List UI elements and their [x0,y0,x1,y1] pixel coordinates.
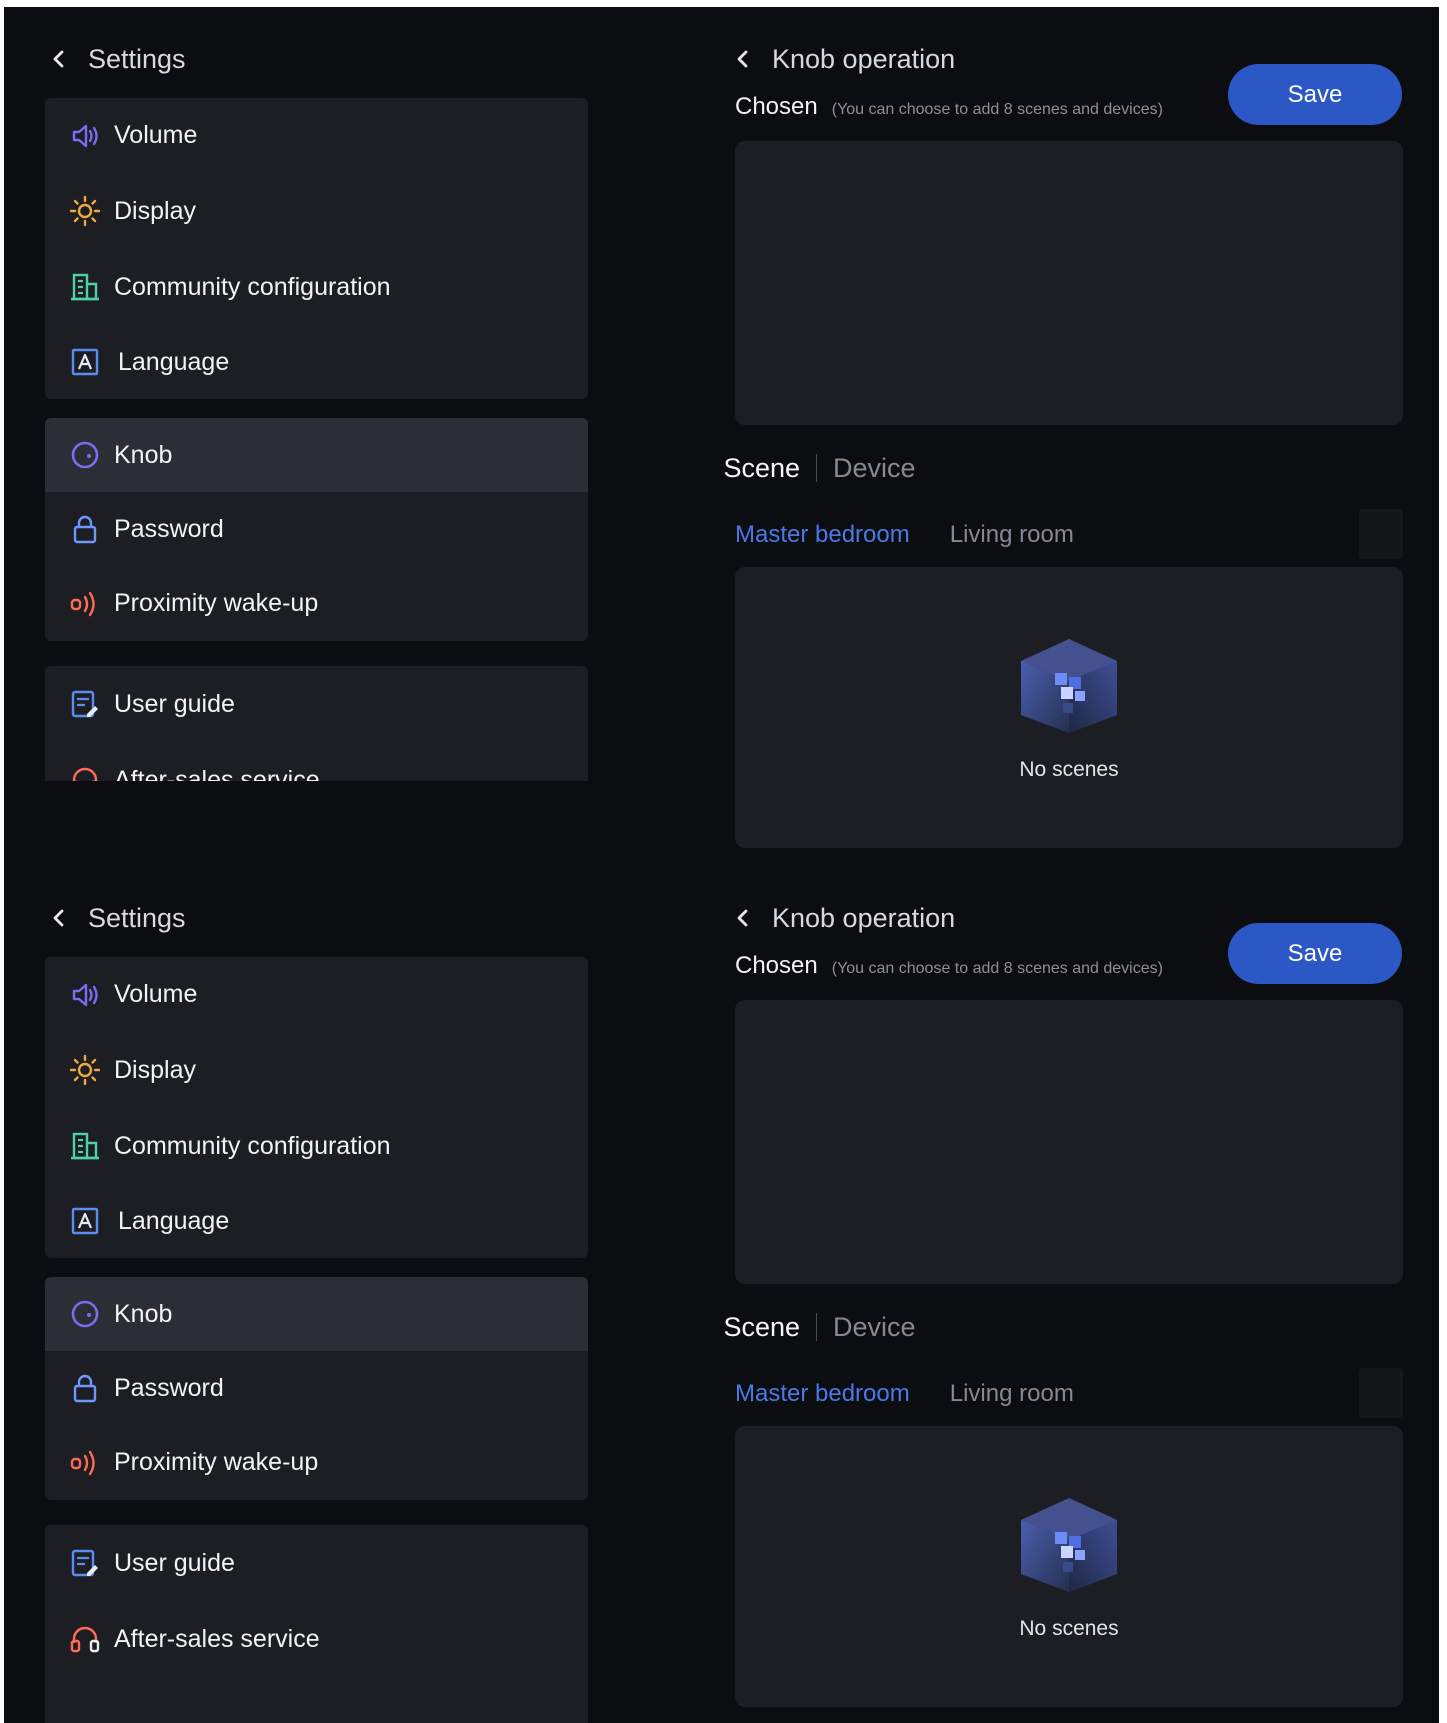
scene-list-area: No scenes [735,1426,1403,1707]
chevron-left-icon [53,50,64,68]
sidebar-item-display[interactable]: Display [45,173,588,249]
chosen-label: Chosen [735,952,818,979]
settings-back-button[interactable]: Settings [48,900,186,936]
settings-group-support: User guide After-sales service [45,666,588,781]
knob-title: Knob operation [772,902,956,933]
sidebar-item-user-guide[interactable]: User guide [45,666,588,742]
tab-divider [816,1313,818,1341]
building-icon [71,273,99,301]
settings-group-general: Volume Display Community configuration L… [45,957,588,1258]
sidebar-item-label: Display [114,196,196,225]
room-tabs-scroll-fade [1359,1368,1403,1418]
settings-screen: Settings Volume Display Community config… [4,866,1439,1723]
chosen-label: Chosen [735,93,818,120]
language-icon [71,1207,99,1235]
sidebar-item-password[interactable]: Password [45,492,588,566]
sidebar-item-user-guide[interactable]: User guide [45,1525,588,1601]
guide-icon [71,690,98,718]
sidebar-item-after-sales-service[interactable]: After-sales service [45,742,588,781]
save-button[interactable]: Save [1228,64,1402,125]
sidebar-item-label: Language [118,347,230,376]
headset-icon [70,1626,100,1653]
sidebar-item-volume[interactable]: Volume [45,98,588,173]
save-button[interactable]: Save [1228,923,1402,984]
settings-title: Settings [88,902,186,933]
sidebar-item-label: After-sales service [114,1624,320,1653]
room-tab-living-room[interactable]: Living room [950,521,1074,549]
chevron-left-icon [53,909,64,927]
sidebar-item-label: User guide [114,1548,235,1577]
sidebar-item-volume[interactable]: Volume [45,957,588,1032]
settings-back-button[interactable]: Settings [48,41,186,77]
settings-group-general: Volume Display Community configuration L… [45,98,588,399]
sidebar-item-label: Proximity wake-up [114,1448,319,1476]
empty-state-text: No scenes [1019,758,1119,781]
room-tabs: Master bedroom Living room [735,517,1114,553]
knob-title: Knob operation [772,43,956,74]
sidebar-item-label: User guide [114,689,235,718]
room-tab-living-room[interactable]: Living room [950,1380,1074,1408]
scene-device-tabs: Scene Device [4,1306,1439,1348]
settings-group-support: User guide After-sales service [45,1525,588,1723]
sidebar-item-language[interactable]: Language [45,1184,588,1258]
sidebar-item-label: Proximity wake-up [114,589,319,617]
tab-scene[interactable]: Scene [723,453,800,484]
chosen-hint: (You can choose to add 8 scenes and devi… [831,960,1163,977]
tab-device[interactable]: Device [833,1312,916,1343]
empty-state-text: No scenes [1019,1617,1119,1640]
sidebar-item-language[interactable]: Language [45,325,588,399]
sidebar-item-label: Password [114,514,224,543]
sidebar-item-label: Display [114,1055,196,1084]
tab-divider [816,454,818,482]
scene-list-area: No scenes [735,567,1403,848]
sidebar-item-proximity-wake-up[interactable]: Proximity wake-up [45,566,588,641]
building-icon [71,1132,99,1160]
brightness-icon [69,1054,101,1086]
sidebar-item-community-configuration[interactable]: Community configuration [45,249,588,325]
settings-screen: Settings Volume Display Community config… [4,7,1439,867]
empty-box-icon [1021,639,1117,733]
volume-icon [72,124,98,147]
sidebar-item-proximity-wake-up[interactable]: Proximity wake-up [45,1425,588,1500]
room-tab-master-bedroom[interactable]: Master bedroom [735,1380,910,1408]
chevron-left-icon [737,909,748,927]
scene-device-tabs: Scene Device [4,447,1439,489]
empty-box-icon [1021,1498,1117,1592]
sidebar-item-label: Language [118,1206,230,1235]
knob-back-button[interactable]: Knob operation [732,900,955,936]
sidebar-item-community-configuration[interactable]: Community configuration [45,1108,588,1184]
chosen-header: Chosen (You can choose to add 8 scenes a… [735,93,1163,121]
proximity-icon [70,1450,95,1475]
room-tabs: Master bedroom Living room [735,1376,1114,1412]
sidebar-item-password[interactable]: Password [45,1351,588,1425]
brightness-icon [69,195,101,227]
sidebar-item-label: Community configuration [114,1131,391,1160]
chosen-hint: (You can choose to add 8 scenes and devi… [831,101,1163,118]
lock-icon [73,1374,97,1403]
sidebar-item-display[interactable]: Display [45,1032,588,1108]
room-tabs-scroll-fade [1359,509,1403,559]
sidebar-item-label: Volume [114,121,198,149]
knob-back-button[interactable]: Knob operation [732,41,955,77]
tab-device[interactable]: Device [833,453,916,484]
lock-icon [73,515,97,544]
tab-scene[interactable]: Scene [723,1312,800,1343]
volume-icon [72,983,98,1006]
sidebar-item-label: Community configuration [114,272,391,301]
chosen-header: Chosen (You can choose to add 8 scenes a… [735,952,1163,980]
room-tab-master-bedroom[interactable]: Master bedroom [735,521,910,549]
guide-icon [71,1549,98,1577]
sidebar-item-label: Volume [114,980,198,1008]
language-icon [71,348,99,376]
headset-icon [72,767,98,781]
sidebar-item-after-sales-service[interactable]: After-sales service [45,1601,588,1677]
chosen-items-area [735,141,1403,425]
sidebar-item-label: After-sales service [114,765,320,782]
proximity-icon [70,591,95,616]
chevron-left-icon [737,50,748,68]
chosen-items-area [735,1000,1403,1284]
sidebar-item-label: Password [114,1373,224,1402]
settings-title: Settings [88,43,186,74]
